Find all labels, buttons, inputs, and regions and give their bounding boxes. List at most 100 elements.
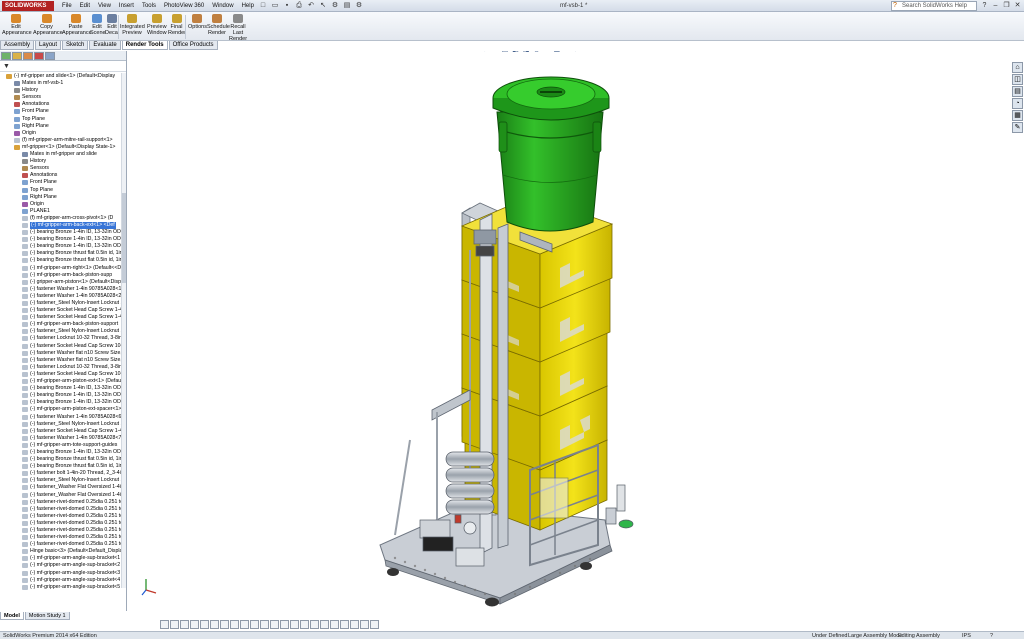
help-search-input[interactable]: ? Search SolidWorks Help — [891, 1, 977, 11]
tree-node[interactable]: (-) fastener_Steel Nylon-Insert Locknut … — [0, 477, 126, 484]
tree-node[interactable]: Annotations — [0, 101, 126, 108]
robot-model-render[interactable] — [128, 51, 1012, 611]
tree-node[interactable]: (-) fastener_Steel Nylon-Insert Locknut … — [0, 421, 126, 428]
bottom-toolbar-icon[interactable] — [280, 620, 289, 629]
menu-file[interactable]: File — [58, 0, 76, 12]
menu-tools[interactable]: Tools — [138, 0, 160, 12]
bottom-toolbar-icon[interactable] — [310, 620, 319, 629]
tree-node[interactable]: (f) mf-gripper-arm-cross-pivot<1> (D — [0, 215, 126, 222]
tree-node[interactable]: (-) bearing Bronze thrust flat 0.5in id,… — [0, 257, 126, 264]
tree-node[interactable]: (-) fastener Washer flat n10 Screw Size,… — [0, 350, 126, 357]
tree-node[interactable]: (-) fastener Socket Head Cap Screw 10-32 — [0, 371, 126, 378]
schedule-render-button[interactable]: Schedule Render — [207, 13, 230, 40]
tab-assembly[interactable]: Assembly — [0, 41, 35, 50]
tab-layout[interactable]: Layout — [35, 41, 62, 50]
tree-node[interactable]: Top Plane — [0, 187, 126, 194]
tab-render-tools[interactable]: Render Tools — [121, 41, 168, 50]
tree-node[interactable]: Sensors — [0, 165, 126, 172]
tree-node[interactable]: (-) bearing Bronze 1-4in ID, 13-32in OD,… — [0, 243, 126, 250]
tree-node[interactable]: Mates in mf-gripper and slide — [0, 151, 126, 158]
tree-node[interactable]: (-) bearing Bronze 1-4in ID, 13-32in OD,… — [0, 392, 126, 399]
display-manager-tab-icon[interactable] — [45, 52, 55, 60]
tree-node[interactable]: (-) fastener Socket Head Cap Screw 10-32 — [0, 343, 126, 350]
tree-node[interactable]: (-) fastener-rivet-domed 0.25dia 0.251 t… — [0, 527, 126, 534]
edit-appearance-button[interactable]: Edit Appearance — [2, 13, 32, 40]
tree-node[interactable]: (-) bearing Bronze 1-4in ID, 13-32in OD,… — [0, 385, 126, 392]
tree-node[interactable]: (-) fastener-rivet-domed 0.25dia 0.251 t… — [0, 520, 126, 527]
feature-tree-scrollbar[interactable] — [121, 73, 126, 588]
tree-node[interactable]: (-) bearing Bronze thrust flat 0.5in id,… — [0, 456, 126, 463]
tab-evaluate[interactable]: Evaluate — [89, 41, 121, 50]
tab-motion-study-1[interactable]: Motion Study 1 — [24, 612, 70, 620]
help-icon[interactable]: ? — [980, 0, 989, 11]
solidworks-logo[interactable]: SOLIDWORKS — [2, 1, 54, 11]
undo-icon[interactable]: ↶ — [306, 1, 316, 10]
tree-node[interactable]: (-) bearing Bronze thrust flat 0.5in id,… — [0, 463, 126, 470]
menu-photoview-360[interactable]: PhotoView 360 — [160, 0, 208, 12]
bottom-toolbar-icon[interactable] — [190, 620, 199, 629]
bottom-toolbar-icon[interactable] — [230, 620, 239, 629]
open-icon[interactable]: ▭ — [270, 1, 280, 10]
solidworks-resources-icon[interactable]: ⌂ — [1012, 62, 1023, 73]
tree-node[interactable]: (-) bearing Bronze 1-4in ID, 13-32in OD,… — [0, 399, 126, 406]
tree-node[interactable]: (-) fastener Washer flat n10 Screw Size,… — [0, 357, 126, 364]
bottom-toolbar-icon[interactable] — [180, 620, 189, 629]
bottom-toolbar-icon[interactable] — [270, 620, 279, 629]
scrollbar-thumb[interactable] — [122, 193, 126, 283]
edit-decal-button[interactable]: Edit Decal — [105, 13, 119, 40]
tree-node[interactable]: Annotations — [0, 172, 126, 179]
bottom-toolbar-icon[interactable] — [260, 620, 269, 629]
tree-node[interactable]: History — [0, 158, 126, 165]
tree-node[interactable]: (-) bearing Bronze thrust flat 0.5in id,… — [0, 250, 126, 257]
tree-node[interactable]: (-) fastener-rivet-domed 0.25dia 0.251 t… — [0, 499, 126, 506]
tab-office-products[interactable]: Office Products — [168, 41, 218, 50]
tree-node[interactable]: (-) fastener_Steel Nylon-Insert Locknut … — [0, 328, 126, 335]
tree-node[interactable]: Front Plane — [0, 179, 126, 186]
tree-node[interactable]: Right Plane — [0, 123, 126, 130]
bottom-toolbar-icon[interactable] — [250, 620, 259, 629]
menu-help[interactable]: Help — [238, 0, 258, 12]
design-library-icon[interactable]: ◫ — [1012, 74, 1023, 85]
bottom-toolbar-icon[interactable] — [220, 620, 229, 629]
tree-node[interactable]: (-) fastener Washer 1-4in 90785A028<2> — [0, 293, 126, 300]
minimize-icon[interactable]: – — [991, 0, 1000, 11]
tree-node[interactable]: (-) mf-gripper-arm-right<1> (Default<<D — [0, 265, 126, 272]
tree-node[interactable]: Mates in mf-vsb-1 — [0, 80, 126, 87]
copy-appearance-button[interactable]: Copy Appearance — [33, 13, 63, 40]
final-render-button[interactable]: Final Render — [168, 13, 186, 40]
bottom-toolbar-icon[interactable] — [240, 620, 249, 629]
tree-node[interactable]: (f) mf-gripper-arm-mitre-rail-support<1> — [0, 137, 126, 144]
print-icon[interactable]: ⎙ — [294, 1, 304, 10]
integrated-preview-button[interactable]: Integrated Preview — [120, 13, 145, 40]
tree-node[interactable]: (-) fastener-rivet-domed 0.25dia 0.251 t… — [0, 534, 126, 541]
tree-node[interactable]: (-) fastener-rivet-domed 0.25dia 0.251 t… — [0, 506, 126, 513]
bottom-toolbar-icon[interactable] — [290, 620, 299, 629]
tree-node[interactable]: (-) fastener Socket Head Cap Screw 1-4in — [0, 314, 126, 321]
tree-node[interactable]: (-) mf-gripper-arm-angle-sup-bracket<2 — [0, 562, 126, 569]
file-properties-icon[interactable]: ▤ — [342, 1, 352, 10]
bottom-toolbar-icon[interactable] — [330, 620, 339, 629]
tree-node[interactable]: (-) mf-gripper-arm-piston-ext-spacer<1> — [0, 406, 126, 413]
tree-node[interactable]: (-) mf-gripper-arm-angle-sup-bracket<5 — [0, 584, 126, 591]
tree-node[interactable]: (-) fastener bolt 1-4in-20 Thread, 2_3-4… — [0, 470, 126, 477]
menu-window[interactable]: Window — [208, 0, 237, 12]
tree-node[interactable]: (-) mf-gripper-arm-angle-sup-bracket<3 — [0, 570, 126, 577]
bottom-toolbar-icon[interactable] — [170, 620, 179, 629]
tree-node[interactable]: Sensors — [0, 94, 126, 101]
view-palette-icon[interactable]: ◔ — [1012, 98, 1023, 109]
rebuild-icon[interactable]: ⚙ — [330, 1, 340, 10]
tree-node[interactable]: (-) fastener Locknut 10-32 Thread, 3-8in — [0, 364, 126, 371]
tree-node[interactable]: Right Plane — [0, 194, 126, 201]
preview-window-button[interactable]: Preview Window — [147, 13, 167, 40]
tree-node[interactable]: (-) fastener-rivet-domed 0.25dia 0.251 t… — [0, 541, 126, 548]
select-icon[interactable]: ↖ — [318, 1, 328, 10]
configuration-manager-tab-icon[interactable] — [23, 52, 33, 60]
restore-icon[interactable]: ❐ — [1002, 0, 1011, 11]
tree-node[interactable]: (-) fastener Locknut 10-32 Thread, 3-8in — [0, 335, 126, 342]
bottom-toolbar-icon[interactable] — [340, 620, 349, 629]
file-explorer-icon[interactable]: ▤ — [1012, 86, 1023, 97]
tree-node[interactable]: mf-gripper<1> (Default<Display State-1> — [0, 144, 126, 151]
tree-node[interactable]: (-) bearing Bronze 1-4in ID, 13-32in OD,… — [0, 229, 126, 236]
recall-last-render-button[interactable]: Recall Last Render — [229, 13, 247, 42]
tree-node[interactable]: Top Plane — [0, 116, 126, 123]
